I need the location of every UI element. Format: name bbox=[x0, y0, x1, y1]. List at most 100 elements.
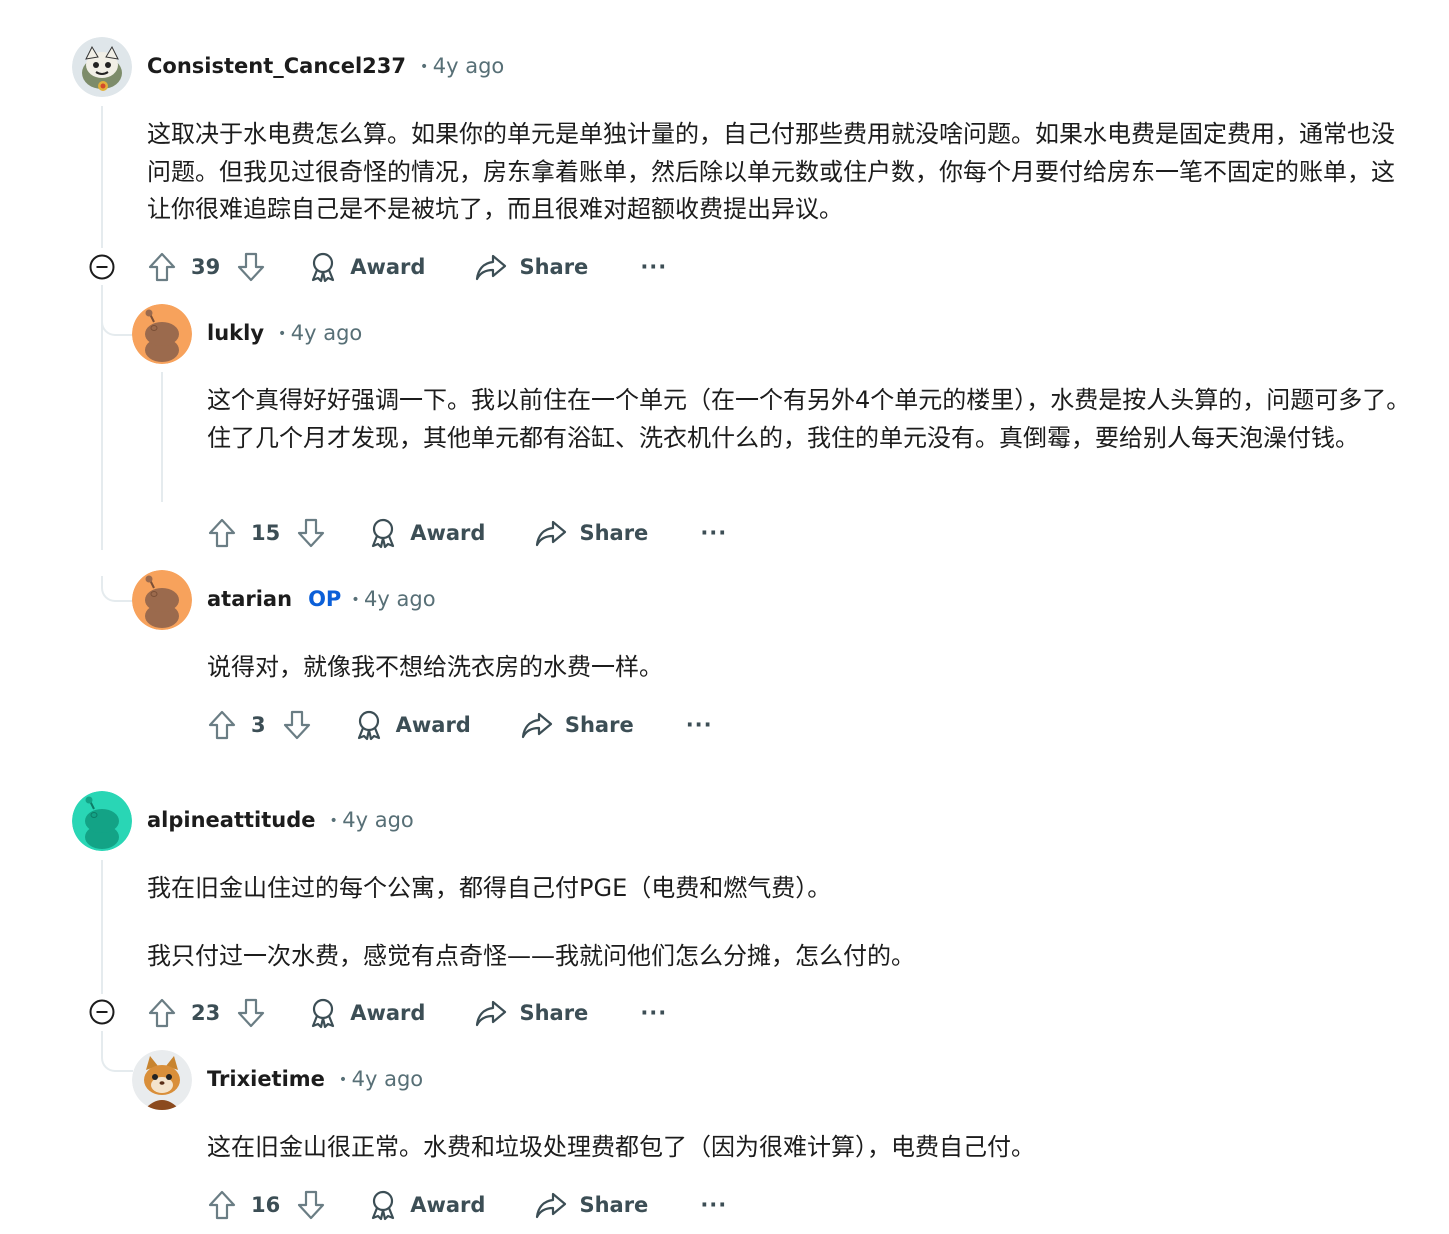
award-button[interactable]: Award bbox=[368, 517, 485, 549]
comment-body: 这个真得好好强调一下。我以前住在一个单元（在一个有另外4个单元的楼里），水费是按… bbox=[207, 382, 1417, 457]
downvote-icon bbox=[283, 710, 310, 740]
share-icon bbox=[536, 520, 567, 547]
share-label: Share bbox=[519, 255, 589, 279]
award-icon bbox=[312, 252, 335, 283]
thread-branch bbox=[101, 576, 133, 602]
share-button[interactable]: Share bbox=[521, 710, 634, 740]
thread-branch bbox=[101, 1034, 133, 1072]
timestamp[interactable]: 4y ago bbox=[330, 808, 414, 832]
comment-header: lukly 4y ago bbox=[207, 318, 362, 348]
upvote-icon bbox=[208, 710, 236, 740]
share-icon bbox=[476, 1000, 507, 1027]
award-label: Award bbox=[410, 1193, 486, 1217]
upvote-button[interactable] bbox=[207, 517, 237, 549]
avatar[interactable] bbox=[132, 304, 192, 364]
award-label: Award bbox=[350, 255, 426, 279]
share-button[interactable]: Share bbox=[475, 252, 588, 282]
award-button[interactable]: Award bbox=[368, 1189, 485, 1221]
avatar[interactable] bbox=[72, 791, 132, 851]
comment-paragraph: 这个真得好好强调一下。我以前住在一个单元（在一个有另外4个单元的楼里），水费是按… bbox=[207, 386, 1411, 452]
more-options-button[interactable]: ··· bbox=[700, 521, 727, 545]
collapse-icon bbox=[89, 999, 115, 1025]
more-options-button[interactable]: ··· bbox=[640, 255, 667, 279]
comment-paragraph: 这在旧金山很正常。水费和垃圾处理费都包了（因为很难计算），电费自己付。 bbox=[207, 1133, 1035, 1161]
comment-header: alpineattitude 4y ago bbox=[147, 805, 414, 835]
share-icon bbox=[521, 712, 552, 739]
avatar[interactable] bbox=[132, 1050, 192, 1110]
username[interactable]: atarian bbox=[207, 587, 292, 611]
snoo-costume-avatar-icon bbox=[72, 37, 132, 97]
downvote-button[interactable] bbox=[296, 517, 326, 549]
comment-paragraph: 我只付过一次水费，感觉有点奇怪——我就问他们怎么分摊，怎么付的。 bbox=[147, 941, 915, 970]
downvote-button[interactable] bbox=[236, 251, 266, 283]
timestamp[interactable]: 4y ago bbox=[339, 1067, 424, 1091]
comment-actions: 3 Award Share ··· bbox=[207, 707, 713, 743]
downvote-button[interactable] bbox=[282, 709, 312, 741]
upvote-button[interactable] bbox=[207, 1189, 237, 1221]
username[interactable]: alpineattitude bbox=[147, 808, 316, 832]
username[interactable]: Consistent_Cancel237 bbox=[147, 54, 406, 78]
comment-body: 这取决于水电费怎么算。如果你的单元是单独计量的，自己付那些费用就没啥问题。如果水… bbox=[147, 116, 1412, 229]
comment-header: Consistent_Cancel237 4y ago bbox=[147, 51, 504, 81]
timestamp[interactable]: 4y ago bbox=[420, 54, 505, 78]
award-button[interactable]: Award bbox=[354, 709, 471, 741]
collapse-icon bbox=[89, 254, 115, 280]
vote-count: 15 bbox=[251, 521, 281, 545]
comment-body: 这在旧金山很正常。水费和垃圾处理费都包了（因为很难计算），电费自己付。 bbox=[207, 1129, 1417, 1167]
downvote-button[interactable] bbox=[296, 1189, 326, 1221]
more-options-button[interactable]: ··· bbox=[686, 713, 713, 737]
award-icon bbox=[372, 518, 395, 549]
more-options-button[interactable]: ··· bbox=[640, 1001, 667, 1025]
share-label: Share bbox=[519, 1001, 589, 1025]
comment-thread: Consistent_Cancel237 4y ago 这取决于水电费怎么算。如… bbox=[0, 0, 1449, 1234]
thread-line[interactable] bbox=[101, 860, 103, 994]
award-label: Award bbox=[395, 713, 471, 737]
comment-paragraph: 这取决于水电费怎么算。如果你的单元是单独计量的，自己付那些费用就没啥问题。如果水… bbox=[147, 120, 1395, 223]
upvote-icon bbox=[208, 518, 236, 548]
avatar[interactable] bbox=[72, 37, 132, 97]
vote-count: 23 bbox=[191, 1001, 221, 1025]
comment-actions: 15 Award Share ··· bbox=[207, 515, 727, 551]
upvote-button[interactable] bbox=[147, 997, 177, 1029]
collapse-thread-button[interactable] bbox=[89, 999, 115, 1025]
upvote-icon bbox=[208, 1190, 236, 1220]
upvote-button[interactable] bbox=[147, 251, 177, 283]
comment-paragraph: 说得对，就像我不想给洗衣房的水费一样。 bbox=[207, 653, 663, 681]
username[interactable]: lukly bbox=[207, 321, 264, 345]
op-badge: OP bbox=[308, 587, 342, 611]
vote-count: 3 bbox=[251, 713, 266, 737]
comment-header: Trixietime 4y ago bbox=[207, 1064, 423, 1094]
comment-header: atarian OP 4y ago bbox=[207, 584, 436, 614]
share-button[interactable]: Share bbox=[475, 998, 588, 1028]
award-button[interactable]: Award bbox=[308, 997, 425, 1029]
award-label: Award bbox=[410, 521, 486, 545]
comment-paragraph: 我在旧金山住过的每个公寓，都得自己付PGE（电费和燃气费）。 bbox=[147, 874, 832, 902]
award-button[interactable]: Award bbox=[308, 251, 425, 283]
thread-line[interactable] bbox=[161, 372, 163, 502]
share-label: Share bbox=[579, 521, 649, 545]
collapse-thread-button[interactable] bbox=[89, 254, 115, 280]
comment-actions: 16 Award Share ··· bbox=[207, 1187, 727, 1223]
snoo-orange-avatar-icon bbox=[132, 570, 192, 630]
award-label: Award bbox=[350, 1001, 426, 1025]
award-icon bbox=[357, 710, 380, 741]
comment-body: 我在旧金山住过的每个公寓，都得自己付PGE（电费和燃气费）。 我只付过一次水费，… bbox=[147, 870, 1412, 975]
thread-branch bbox=[101, 310, 133, 336]
vote-count: 16 bbox=[251, 1193, 281, 1217]
thread-line[interactable] bbox=[101, 106, 103, 248]
upvote-button[interactable] bbox=[207, 709, 237, 741]
snoo-orange-avatar-icon bbox=[132, 304, 192, 364]
comment-actions: 23 Award Share ··· bbox=[147, 995, 667, 1031]
share-label: Share bbox=[564, 713, 634, 737]
avatar[interactable] bbox=[132, 570, 192, 630]
vote-count: 39 bbox=[191, 255, 221, 279]
timestamp[interactable]: 4y ago bbox=[278, 321, 363, 345]
share-button[interactable]: Share bbox=[535, 518, 648, 548]
share-button[interactable]: Share bbox=[535, 1190, 648, 1220]
username[interactable]: Trixietime bbox=[207, 1067, 325, 1091]
share-label: Share bbox=[579, 1193, 649, 1217]
snoo-cat-costume-avatar-icon bbox=[132, 1050, 192, 1110]
more-options-button[interactable]: ··· bbox=[700, 1193, 727, 1217]
timestamp[interactable]: 4y ago bbox=[351, 587, 436, 611]
downvote-button[interactable] bbox=[236, 997, 266, 1029]
